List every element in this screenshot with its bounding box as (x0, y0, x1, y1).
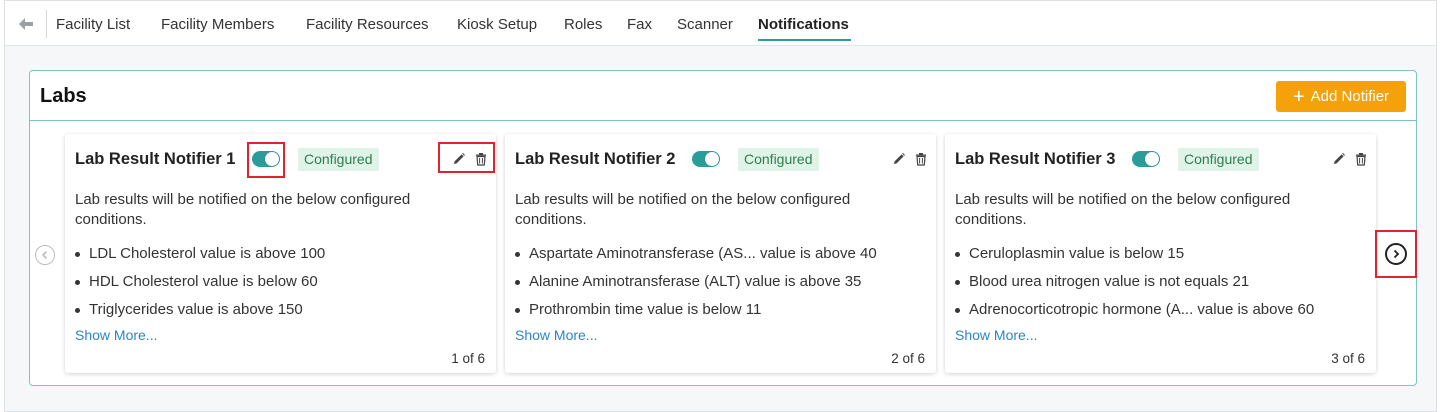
condition-item: Triglycerides value is above 150 (75, 296, 485, 324)
plus-icon: + (1292, 85, 1305, 108)
condition-item: Ceruloplasmin value is below 15 (955, 240, 1365, 268)
highlight-box-next (1375, 230, 1417, 278)
labs-panel-header: Labs + Add Notifier (30, 71, 1416, 121)
enable-toggle[interactable] (692, 151, 720, 167)
nav-divider (46, 10, 47, 38)
enable-toggle[interactable] (252, 151, 280, 167)
add-notifier-label: Add Notifier (1310, 88, 1390, 105)
show-more-link[interactable]: Show More... (75, 327, 157, 343)
condition-item: Aspartate Aminotransferase (AS... value … (515, 240, 925, 268)
tab-notifications[interactable]: Notifications (758, 15, 849, 35)
card-pager: 1 of 6 (451, 351, 485, 366)
tab-facility-resources[interactable]: Facility Resources (306, 15, 429, 35)
notifier-card: Lab Result Notifier 2 Configured Lab res… (505, 134, 936, 373)
card-pager: 2 of 6 (891, 351, 925, 366)
pencil-icon[interactable] (892, 152, 906, 166)
condition-item: HDL Cholesterol value is below 60 (75, 268, 485, 296)
labs-panel: Labs + Add Notifier Lab Result Notifier … (29, 70, 1417, 386)
condition-item: Alanine Aminotransferase (ALT) value is … (515, 268, 925, 296)
show-more-link[interactable]: Show More... (515, 327, 597, 343)
carousel-next-button[interactable] (1385, 243, 1407, 265)
tab-scanner[interactable]: Scanner (677, 15, 733, 35)
tab-fax[interactable]: Fax (627, 15, 652, 35)
condition-item: LDL Cholesterol value is above 100 (75, 240, 485, 268)
app-frame: Facility List Facility Members Facility … (4, 0, 1437, 412)
condition-item: Blood urea nitrogen value is not equals … (955, 268, 1365, 296)
status-badge: Configured (298, 148, 379, 171)
condition-item: Adrenocorticotropic hormone (A... value … (955, 296, 1365, 324)
card-description: Lab results will be notified on the belo… (75, 191, 411, 228)
card-title: Lab Result Notifier 3 (955, 150, 1116, 168)
pencil-icon[interactable] (452, 152, 466, 166)
show-more-link[interactable]: Show More... (955, 327, 1037, 343)
trash-icon[interactable] (474, 152, 488, 166)
toggle-knob (1145, 152, 1159, 166)
tab-facility-members[interactable]: Facility Members (161, 15, 274, 35)
status-badge: Configured (1178, 148, 1259, 171)
trash-icon[interactable] (1354, 152, 1368, 166)
status-badge: Configured (738, 148, 819, 171)
condition-list: Aspartate Aminotransferase (AS... value … (515, 240, 925, 324)
card-description: Lab results will be notified on the belo… (515, 191, 851, 228)
card-description: Lab results will be notified on the belo… (955, 191, 1291, 228)
notifier-card: Lab Result Notifier 3 Configured Lab res… (945, 134, 1376, 373)
card-title: Lab Result Notifier 1 (75, 150, 236, 168)
tab-kiosk-setup[interactable]: Kiosk Setup (457, 15, 537, 35)
section-title: Labs (40, 85, 87, 107)
notifier-card: Lab Result Notifier 1 Configured Lab res… (65, 134, 496, 373)
condition-list: Ceruloplasmin value is below 15 Blood ur… (955, 240, 1365, 324)
active-tab-indicator (758, 39, 851, 41)
condition-item: Prothrombin time value is below 11 (515, 296, 925, 324)
add-notifier-button[interactable]: + Add Notifier (1276, 81, 1406, 112)
trash-icon[interactable] (914, 152, 928, 166)
card-title: Lab Result Notifier 2 (515, 150, 676, 168)
chevron-right-icon (1393, 249, 1400, 259)
pencil-icon[interactable] (1332, 152, 1346, 166)
condition-list: LDL Cholesterol value is above 100 HDL C… (75, 240, 485, 324)
chevron-left-icon (41, 250, 48, 260)
tab-facility-list[interactable]: Facility List (56, 15, 130, 35)
toggle-knob (705, 152, 719, 166)
top-nav: Facility List Facility Members Facility … (5, 1, 1436, 46)
tab-roles[interactable]: Roles (564, 15, 602, 35)
enable-toggle[interactable] (1132, 151, 1160, 167)
carousel-prev-button[interactable] (35, 245, 55, 265)
card-pager: 3 of 6 (1331, 351, 1365, 366)
toggle-knob (265, 152, 279, 166)
arrow-left-icon[interactable] (17, 15, 35, 33)
